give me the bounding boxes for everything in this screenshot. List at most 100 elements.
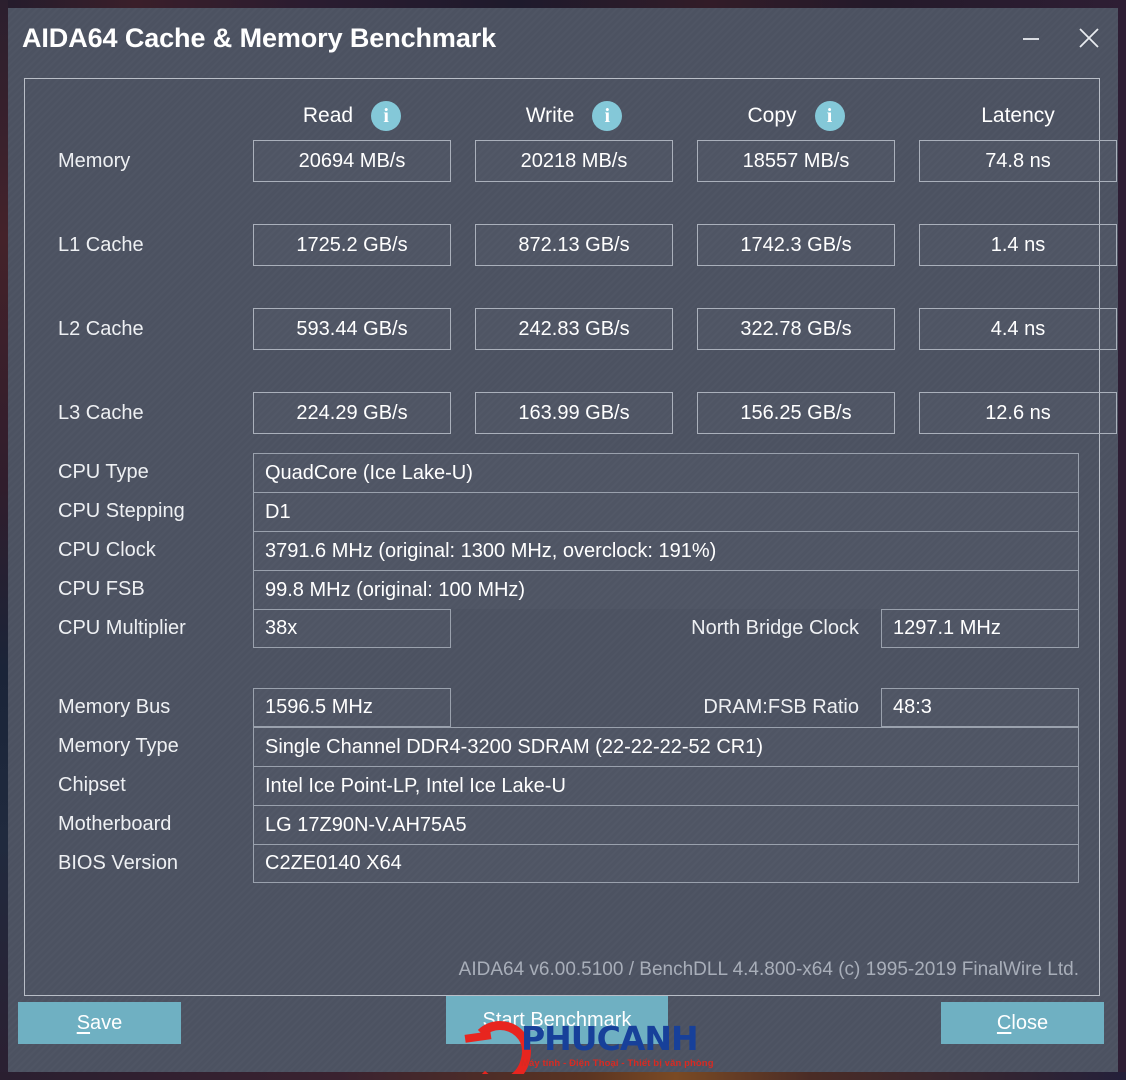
benchmark-header-row: Read i Write i Copy i Latency: [45, 93, 1079, 139]
info-glyph: i: [383, 105, 389, 127]
start-benchmark-button[interactable]: Start Benchmark: [446, 996, 668, 1044]
column-header-copy: Copy i: [697, 101, 895, 131]
north-bridge-clock-label: North Bridge Clock: [691, 617, 859, 639]
button-bar: Save Start Benchmark Close PHUCANH ® Máy…: [8, 996, 1118, 1074]
close-button[interactable]: [1060, 16, 1118, 60]
version-text: AIDA64 v6.00.5100 / BenchDLL 4.4.800-x64…: [458, 959, 1079, 980]
cpu-type-label: CPU Type: [58, 461, 149, 483]
cpu-clock-value: 3791.6 MHz (original: 1300 MHz, overcloc…: [253, 531, 1079, 570]
start-accel-char: B: [530, 1008, 544, 1031]
bios-version-label: BIOS Version: [58, 852, 179, 874]
cpu-multiplier-value: 38x: [253, 609, 451, 648]
cpu-multiplier-row: CPU Multiplier 38x North Bridge Clock 12…: [45, 609, 1079, 648]
chipset-label: Chipset: [58, 774, 126, 796]
cpu-clock-row: CPU Clock 3791.6 MHz (original: 1300 MHz…: [45, 531, 1079, 570]
motherboard-row: Motherboard LG 17Z90N-V.AH75A5: [45, 805, 1079, 844]
benchmark-row-l1-cache: L1 Cache 1725.2 GB/s 872.13 GB/s 1742.3 …: [45, 223, 1117, 267]
cpu-fsb-row: CPU FSB 99.8 MHz (original: 100 MHz): [45, 570, 1079, 609]
motherboard-value: LG 17Z90N-V.AH75A5: [253, 805, 1079, 844]
bios-version-value: C2ZE0140 X64: [253, 844, 1079, 883]
info-icon-copy[interactable]: i: [814, 101, 845, 131]
main-panel: Read i Write i Copy i Latency Memory 206…: [24, 78, 1117, 996]
close-button-label: Close: [997, 1012, 1048, 1035]
column-header-latency-label: Latency: [981, 104, 1055, 127]
l1-latency-value: 1.4 ns: [919, 224, 1117, 266]
l3-write-value: 163.99 GB/s: [475, 392, 673, 434]
benchmark-table: Read i Write i Copy i Latency Memory 206…: [45, 93, 1117, 435]
window-title: AIDA64 Cache & Memory Benchmark: [22, 22, 497, 53]
cpu-clock-label: CPU Clock: [58, 539, 156, 561]
column-header-read: Read i: [253, 101, 451, 131]
cpu-multiplier-label: CPU Multiplier: [58, 617, 186, 639]
memory-bus-value: 1596.5 MHz: [253, 688, 451, 727]
l2-copy-value: 322.78 GB/s: [697, 308, 895, 350]
memory-latency-value: 74.8 ns: [919, 140, 1117, 182]
memory-bus-row: Memory Bus 1596.5 MHz DRAM:FSB Ratio 48:…: [45, 688, 1079, 727]
save-accel-char: S: [76, 1011, 91, 1034]
start-rest: enchmark: [543, 1008, 632, 1031]
memory-bus-label: Memory Bus: [58, 696, 171, 718]
minimize-icon: [1023, 38, 1039, 40]
cpu-info-table: CPU Type QuadCore (Ice Lake-U) CPU Stepp…: [45, 453, 1079, 648]
memory-write-value: 20218 MB/s: [475, 140, 673, 182]
start-pre: Start: [482, 1008, 531, 1031]
bios-version-row: BIOS Version C2ZE0140 X64: [45, 844, 1079, 883]
column-header-write: Write i: [475, 101, 673, 131]
l1-copy-value: 1742.3 GB/s: [697, 224, 895, 266]
close-accel-char: C: [996, 1011, 1012, 1034]
memory-info-table: Memory Bus 1596.5 MHz DRAM:FSB Ratio 48:…: [45, 688, 1079, 883]
memory-copy-value: 18557 MB/s: [697, 140, 895, 182]
title-bar: AIDA64 Cache & Memory Benchmark: [8, 8, 1118, 68]
memory-type-value: Single Channel DDR4-3200 SDRAM (22-22-22…: [253, 727, 1079, 766]
l3-read-value: 224.29 GB/s: [253, 392, 451, 434]
column-header-latency: Latency: [919, 104, 1117, 128]
cpu-stepping-label: CPU Stepping: [58, 500, 185, 522]
dram-fsb-ratio-label: DRAM:FSB Ratio: [703, 696, 859, 718]
l2-latency-value: 4.4 ns: [919, 308, 1117, 350]
cpu-fsb-label: CPU FSB: [58, 578, 145, 600]
cpu-fsb-value: 99.8 MHz (original: 100 MHz): [253, 570, 1079, 609]
cpu-stepping-value: D1: [253, 492, 1079, 531]
info-icon-read[interactable]: i: [371, 101, 402, 131]
l3-copy-value: 156.25 GB/s: [697, 392, 895, 434]
l2-write-value: 242.83 GB/s: [475, 308, 673, 350]
l1-write-value: 872.13 GB/s: [475, 224, 673, 266]
phucanh-tagline: Máy tính - Điện Thoại - Thiết bị văn phò…: [521, 1057, 713, 1069]
row-label-memory: Memory: [58, 149, 131, 172]
info-glyph: i: [604, 105, 611, 127]
memory-type-row: Memory Type Single Channel DDR4-3200 SDR…: [45, 727, 1079, 766]
chipset-value: Intel Ice Point-LP, Intel Ice Lake-U: [253, 766, 1079, 805]
close-rest: lose: [1011, 1011, 1049, 1034]
cpu-stepping-row: CPU Stepping D1: [45, 492, 1079, 531]
aida64-window: AIDA64 Cache & Memory Benchmark Read i W…: [8, 8, 1118, 1074]
row-label-l1-cache: L1 Cache: [58, 233, 144, 256]
save-button-label: Save: [77, 1012, 123, 1035]
close-dialog-button[interactable]: Close: [941, 1002, 1104, 1044]
desktop-edge-bottom: [0, 1072, 1126, 1080]
l3-latency-value: 12.6 ns: [919, 392, 1117, 434]
info-glyph: i: [826, 105, 833, 127]
column-header-copy-label: Copy: [747, 104, 797, 127]
chipset-row: Chipset Intel Ice Point-LP, Intel Ice La…: [45, 766, 1079, 805]
minimize-button[interactable]: [1002, 16, 1060, 60]
row-label-l2-cache: L2 Cache: [58, 317, 144, 340]
memory-read-value: 20694 MB/s: [253, 140, 451, 182]
save-button[interactable]: Save: [18, 1002, 181, 1044]
benchmark-row-l3-cache: L3 Cache 224.29 GB/s 163.99 GB/s 156.25 …: [45, 391, 1117, 435]
benchmark-row-memory: Memory 20694 MB/s 20218 MB/s 18557 MB/s …: [45, 139, 1117, 183]
start-button-label: Start Benchmark: [483, 1009, 632, 1032]
column-header-write-label: Write: [525, 104, 575, 127]
motherboard-label: Motherboard: [58, 813, 172, 835]
close-icon: [1079, 28, 1099, 48]
l1-read-value: 1725.2 GB/s: [253, 224, 451, 266]
column-header-read-label: Read: [302, 104, 354, 127]
l2-read-value: 593.44 GB/s: [253, 308, 451, 350]
row-label-l3-cache: L3 Cache: [58, 401, 144, 424]
memory-type-label: Memory Type: [58, 735, 179, 757]
dram-fsb-ratio-value: 48:3: [881, 688, 1079, 727]
info-icon-write[interactable]: i: [592, 101, 623, 131]
desktop-edge-left: [0, 0, 8, 1080]
cpu-type-value: QuadCore (Ice Lake-U): [253, 453, 1079, 492]
cpu-type-row: CPU Type QuadCore (Ice Lake-U): [45, 453, 1079, 492]
